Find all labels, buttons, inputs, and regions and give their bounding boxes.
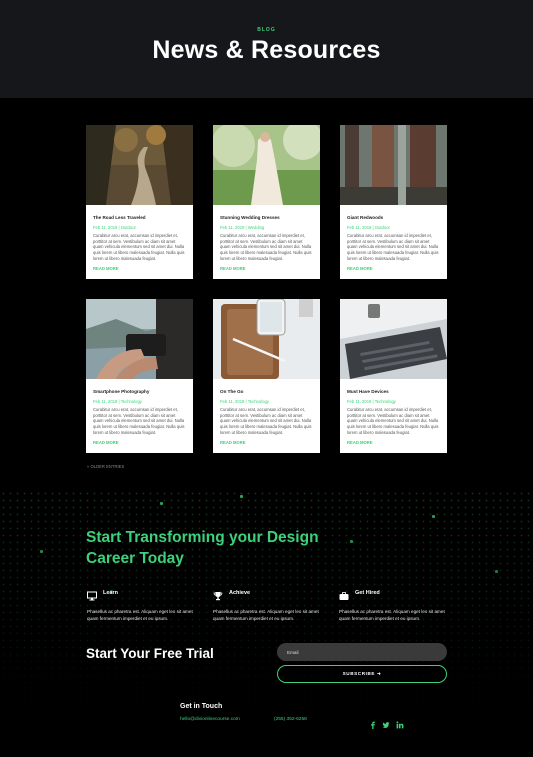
post-thumbnail[interactable] bbox=[213, 299, 320, 379]
post-thumbnail[interactable] bbox=[340, 299, 447, 379]
trial-heading: Start Your Free Trial bbox=[86, 646, 214, 661]
read-more-link[interactable]: READ MORE bbox=[347, 266, 373, 271]
read-more-link[interactable]: READ MORE bbox=[347, 440, 373, 445]
post-meta[interactable]: Feb 11, 2019 | Technology bbox=[93, 399, 142, 404]
blog-card[interactable]: On The Go Feb 11, 2019 | Technology Cura… bbox=[213, 299, 320, 453]
post-excerpt: Curabitur arcu erat, accumsan id imperdi… bbox=[347, 233, 439, 261]
post-thumbnail[interactable] bbox=[213, 125, 320, 205]
post-excerpt: Curabitur arcu erat, accumsan id imperdi… bbox=[347, 407, 439, 435]
blog-card[interactable]: Must Have Devices Feb 11, 2019 | Technol… bbox=[340, 299, 447, 453]
post-excerpt: Curabitur arcu erat, accumsan id imperdi… bbox=[93, 407, 185, 435]
footer-phone[interactable]: (255) 352-6258 bbox=[274, 717, 307, 722]
read-more-link[interactable]: READ MORE bbox=[93, 440, 119, 445]
post-title[interactable]: Smartphone Photography bbox=[93, 389, 149, 394]
post-meta[interactable]: Feb 11, 2019 | Outdoor bbox=[347, 225, 390, 230]
blog-card[interactable]: Stunning Wedding Dresses Feb 11, 2019 | … bbox=[213, 125, 320, 279]
email-field[interactable] bbox=[277, 643, 447, 661]
linkedin-icon[interactable] bbox=[396, 716, 404, 729]
post-thumbnail[interactable] bbox=[86, 125, 193, 205]
subscribe-button[interactable]: SUBSCRIBE ➜ bbox=[277, 665, 447, 683]
post-excerpt: Curabitur arcu erat, accumsan id imperdi… bbox=[220, 233, 312, 261]
footer-title: Get in Touch bbox=[180, 703, 223, 710]
trophy-icon bbox=[213, 588, 223, 601]
hero-eyebrow: BLOG bbox=[257, 27, 276, 33]
blog-card[interactable]: Smartphone Photography Feb 11, 2019 | Te… bbox=[86, 299, 193, 453]
post-excerpt: Curabitur arcu erat, accumsan id imperdi… bbox=[220, 407, 312, 435]
feature-desc: Phasellus ac pharetra est. Aliquam eget … bbox=[87, 609, 193, 621]
page-title: News & Resources bbox=[152, 36, 381, 64]
post-thumbnail[interactable] bbox=[86, 299, 193, 379]
post-thumbnail[interactable] bbox=[340, 125, 447, 205]
post-meta[interactable]: Feb 11, 2019 | Outdoor bbox=[93, 225, 136, 230]
monitor-icon bbox=[87, 588, 97, 601]
feature-desc: Phasellus ac pharetra est. Aliquam eget … bbox=[213, 609, 319, 621]
post-title[interactable]: Giant Redwoods bbox=[347, 215, 383, 220]
briefcase-icon bbox=[339, 588, 349, 600]
post-title[interactable]: The Road Less Traveled bbox=[93, 215, 146, 220]
facebook-icon[interactable] bbox=[369, 716, 377, 729]
post-meta[interactable]: Feb 11, 2019 | Wedding bbox=[220, 225, 264, 230]
hero-section: BLOG News & Resources bbox=[0, 0, 533, 98]
feature-label: Get Hired bbox=[355, 590, 380, 596]
cta-heading: Start Transforming your Design Career To… bbox=[86, 529, 319, 567]
read-more-link[interactable]: READ MORE bbox=[93, 266, 119, 271]
post-title[interactable]: Stunning Wedding Dresses bbox=[220, 215, 280, 220]
post-title[interactable]: Must Have Devices bbox=[347, 389, 389, 394]
post-meta[interactable]: Feb 11, 2019 | Technology bbox=[220, 399, 269, 404]
feature-label: Achieve bbox=[229, 590, 251, 596]
blog-card[interactable]: The Road Less Traveled Feb 11, 2019 | Ou… bbox=[86, 125, 193, 279]
post-excerpt: Curabitur arcu erat, accumsan id imperdi… bbox=[93, 233, 185, 261]
post-meta[interactable]: Feb 11, 2019 | Technology bbox=[347, 399, 396, 404]
read-more-link[interactable]: READ MORE bbox=[220, 440, 246, 445]
post-title[interactable]: On The Go bbox=[220, 389, 243, 394]
read-more-link[interactable]: READ MORE bbox=[220, 266, 246, 271]
twitter-icon[interactable] bbox=[382, 716, 390, 728]
feature-label: Learn bbox=[103, 590, 118, 596]
blog-card[interactable]: Giant Redwoods Feb 11, 2019 | Outdoor Cu… bbox=[340, 125, 447, 279]
older-entries-link[interactable]: « OLDER ENTRIES bbox=[87, 464, 124, 469]
footer-email-link[interactable]: hello@divionlinecourse.com bbox=[180, 717, 240, 722]
feature-desc: Phasellus ac pharetra est. Aliquam eget … bbox=[339, 609, 445, 621]
